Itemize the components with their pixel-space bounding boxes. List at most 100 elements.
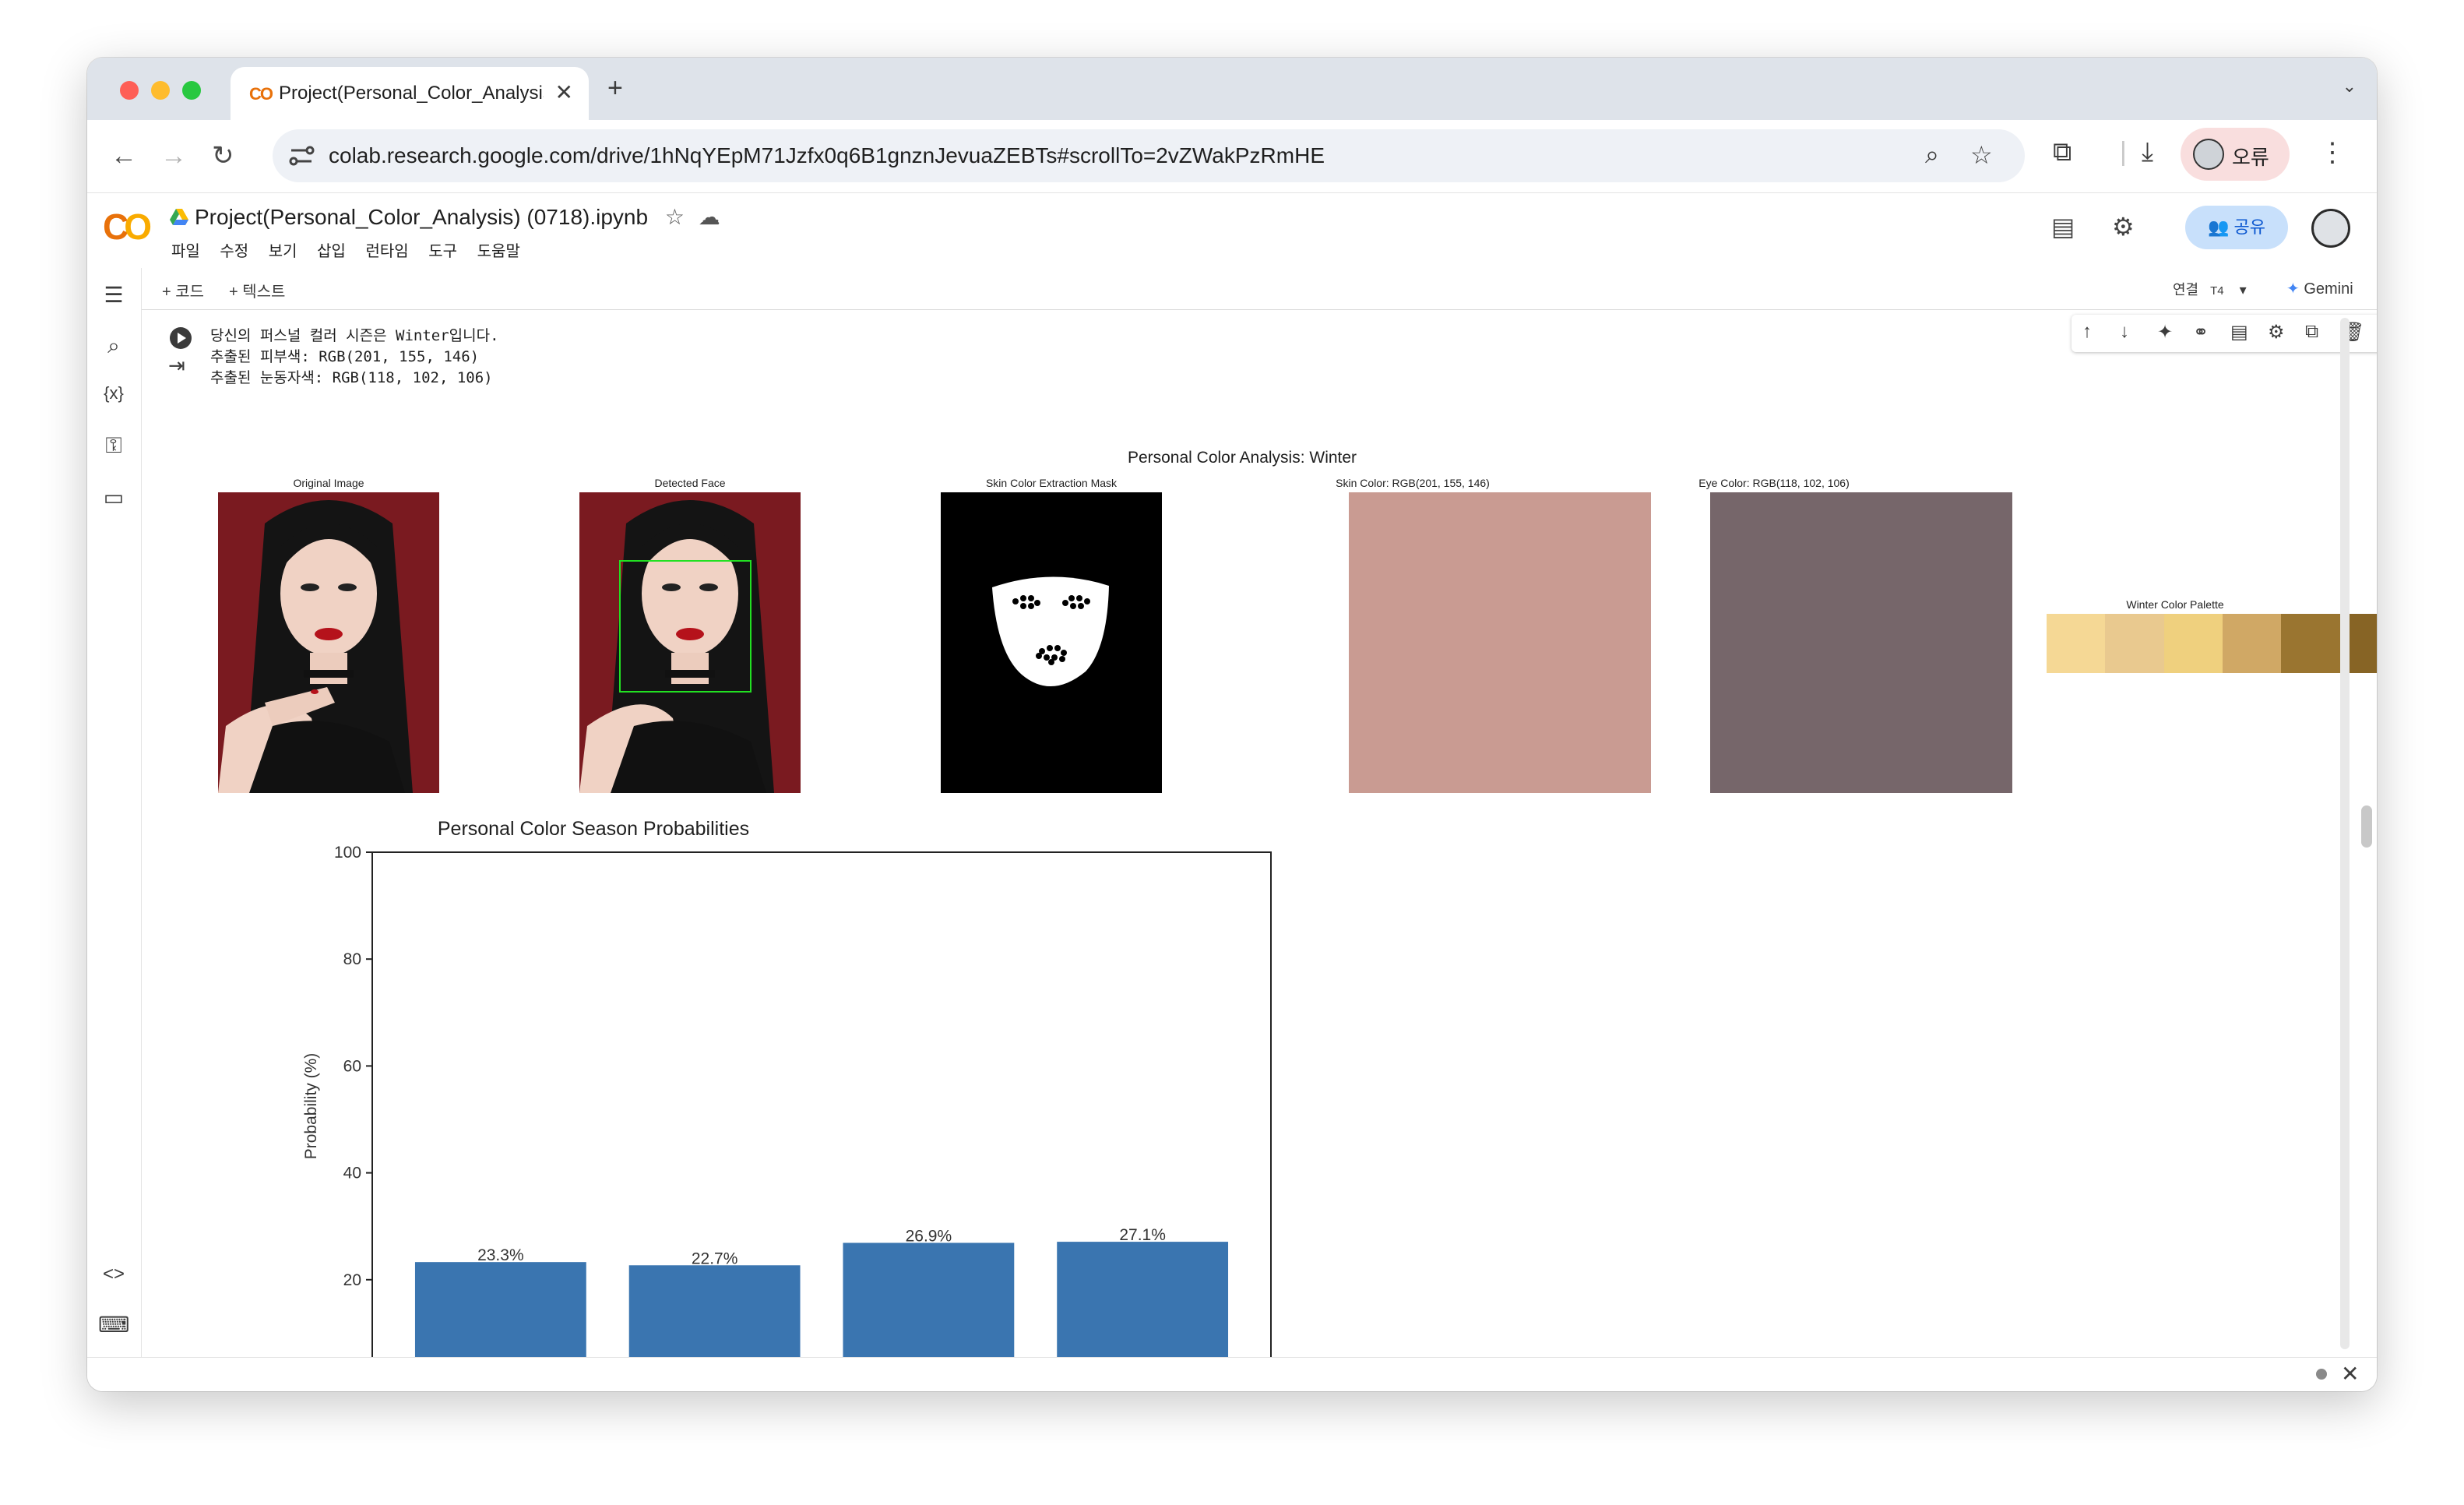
- reload-icon[interactable]: ↻: [212, 140, 234, 171]
- output-actions-icon[interactable]: ⇥: [168, 354, 185, 378]
- bar-value-label: 22.7%: [692, 1249, 738, 1267]
- comments-icon[interactable]: ▤: [2051, 212, 2075, 241]
- panel-label-skin: Skin Color: RGB(201, 155, 146): [1336, 477, 1490, 489]
- tab-strip: CO Project(Personal_Color_Analysis) (071…: [87, 58, 2377, 120]
- panel-label-original: Original Image: [293, 477, 364, 489]
- star-icon[interactable]: ☆: [665, 205, 685, 229]
- menu-file[interactable]: 파일: [171, 243, 200, 260]
- menu-help[interactable]: 도움말: [477, 243, 520, 260]
- browser-menu-icon[interactable]: ⋮: [2319, 137, 2346, 168]
- menu-tools[interactable]: 도구: [428, 243, 457, 260]
- menu-view[interactable]: 보기: [269, 243, 297, 260]
- browser-toolbar: ← → ↻ colab.research.google.com/drive/1h…: [87, 120, 2377, 193]
- notebook-title[interactable]: Project(Personal_Color_Analysis) (0718).…: [170, 204, 720, 230]
- bar-autumn: [843, 1242, 1015, 1360]
- menu-insert[interactable]: 삽입: [317, 243, 346, 260]
- y-tick-label: 40: [343, 1165, 361, 1182]
- palette-swatch: [2222, 614, 2282, 673]
- close-window-button[interactable]: [120, 81, 139, 100]
- panel-label-detected: Detected Face: [654, 477, 726, 489]
- gemini-sparkle-icon: ✦: [2286, 280, 2300, 298]
- output-line: 추출된 눈동자색: RGB(118, 102, 106): [210, 369, 493, 386]
- zoom-window-button[interactable]: [182, 81, 201, 100]
- bar-summer: [628, 1265, 801, 1360]
- address-bar[interactable]: colab.research.google.com/drive/1hNqYEpM…: [273, 129, 2025, 182]
- profile-chip[interactable]: 오류: [2181, 128, 2290, 181]
- table-of-contents-icon[interactable]: ☰: [98, 282, 129, 308]
- secrets-key-icon[interactable]: ⚿: [98, 433, 129, 459]
- colab-logo[interactable]: CO: [103, 206, 152, 248]
- gemini-label: Gemini: [2304, 280, 2353, 298]
- mirror-cell-icon[interactable]: ⧉: [2305, 321, 2318, 343]
- extensions-icon[interactable]: ⧉: [2053, 137, 2072, 167]
- bar-value-label: 27.1%: [1119, 1226, 1166, 1244]
- settings-gear-icon[interactable]: ⚙: [2112, 212, 2135, 241]
- palette-swatch: [2047, 614, 2106, 673]
- move-up-icon[interactable]: ↑: [2082, 321, 2092, 343]
- skin-mask-image: [941, 492, 1162, 793]
- zoom-icon[interactable]: ⌕: [1925, 140, 1939, 170]
- share-button[interactable]: 👥 공유: [2185, 206, 2288, 249]
- cloud-icon[interactable]: ☁: [699, 205, 720, 229]
- comment-icon[interactable]: ▤: [2230, 321, 2248, 344]
- palette-swatch: [2281, 614, 2340, 673]
- url-text: colab.research.google.com/drive/1hNqYEpM…: [329, 143, 1325, 167]
- cell-output-scrollbar[interactable]: [2340, 318, 2350, 1349]
- status-bar: ✕: [87, 1357, 2377, 1391]
- output-line: 추출된 피부색: RGB(201, 155, 146): [210, 348, 480, 365]
- add-code-button[interactable]: + 코드: [162, 279, 204, 301]
- bookmark-star-icon[interactable]: ☆: [1970, 140, 1993, 170]
- toolbar-divider: |: [2120, 137, 2127, 167]
- output-line: 당신의 퍼스널 컬러 시즌은 Winter입니다.: [210, 327, 499, 344]
- add-text-button[interactable]: + 텍스트: [229, 279, 285, 301]
- site-settings-icon[interactable]: [288, 143, 315, 168]
- panel-label-eye: Eye Color: RGB(118, 102, 106): [1698, 477, 1850, 489]
- drive-icon: [170, 209, 188, 225]
- tab-title: Project(Personal_Color_Analysis) (0718).…: [279, 83, 544, 104]
- runtime-connect-button[interactable]: 연결 T4 ▾: [2173, 279, 2247, 299]
- notebook-toolbar: + 코드 + 텍스트 연결 T4 ▾ ✦ Gemini ⌃: [142, 268, 2377, 310]
- tab-close-icon[interactable]: ✕: [555, 79, 573, 105]
- browser-tab[interactable]: CO Project(Personal_Color_Analysis) (071…: [231, 67, 589, 120]
- terminal-icon[interactable]: ⌨: [98, 1312, 129, 1338]
- eye-color-swatch: [1710, 492, 2012, 793]
- profile-avatar: [2193, 139, 2224, 170]
- bar-spring: [414, 1262, 586, 1360]
- minimize-window-button[interactable]: [151, 81, 170, 100]
- search-icon[interactable]: ⌕: [98, 333, 129, 359]
- menu-runtime[interactable]: 런타임: [366, 243, 409, 260]
- bar-winter: [1057, 1242, 1229, 1360]
- profile-label: 오류: [2232, 146, 2269, 169]
- new-tab-button[interactable]: +: [607, 73, 623, 104]
- detected-face-image: [579, 492, 801, 793]
- page-scroll-thumb[interactable]: [2361, 805, 2372, 848]
- palette-swatch: [2105, 614, 2164, 673]
- download-icon[interactable]: ⤓: [2142, 137, 2153, 167]
- run-cell-button[interactable]: [170, 327, 192, 349]
- figure-title: Personal Color Analysis: Winter: [1127, 449, 1357, 467]
- menu-edit[interactable]: 수정: [220, 243, 248, 260]
- season-probability-chart: Probability (%) 020406080100 23.3%Spring…: [302, 844, 1272, 1360]
- skin-color-swatch: [1349, 492, 1651, 793]
- status-indicator: [2316, 1369, 2327, 1380]
- code-cell: ↑ ↓ ✦ ⚭ ▤ ⚙ ⧉ 🗑 ⋮ ⇥ 당신의 퍼스널 컬러 시즌은 Winte…: [156, 312, 2377, 1360]
- move-down-icon[interactable]: ↓: [2120, 321, 2129, 343]
- tab-search-chevron-icon[interactable]: ⌄: [2343, 76, 2357, 97]
- runtime-dropdown-icon[interactable]: ▾: [2240, 282, 2247, 298]
- gemini-button[interactable]: ✦ Gemini: [2286, 279, 2353, 298]
- user-avatar[interactable]: [2311, 209, 2350, 248]
- variables-icon[interactable]: {x}: [98, 383, 129, 404]
- panel-label-palette: Winter Color Palette: [2126, 598, 2224, 611]
- y-tick-label: 60: [343, 1057, 361, 1075]
- cell-settings-icon[interactable]: ⚙: [2268, 321, 2285, 344]
- forward-icon[interactable]: →: [160, 140, 187, 171]
- y-tick-label: 80: [343, 950, 361, 968]
- link-icon[interactable]: ⚭: [2193, 321, 2209, 344]
- code-snippets-icon[interactable]: <>: [98, 1264, 129, 1285]
- close-status-icon[interactable]: ✕: [2341, 1361, 2359, 1387]
- back-icon[interactable]: ←: [111, 140, 137, 171]
- files-folder-icon[interactable]: ▭: [98, 485, 129, 510]
- gemini-cell-icon[interactable]: ✦: [2157, 321, 2173, 344]
- notebook-title-text: Project(Personal_Color_Analysis) (0718).…: [195, 205, 649, 229]
- cell-toolbar: ↑ ↓ ✦ ⚭ ▤ ⚙ ⧉ 🗑 ⋮: [2072, 315, 2377, 352]
